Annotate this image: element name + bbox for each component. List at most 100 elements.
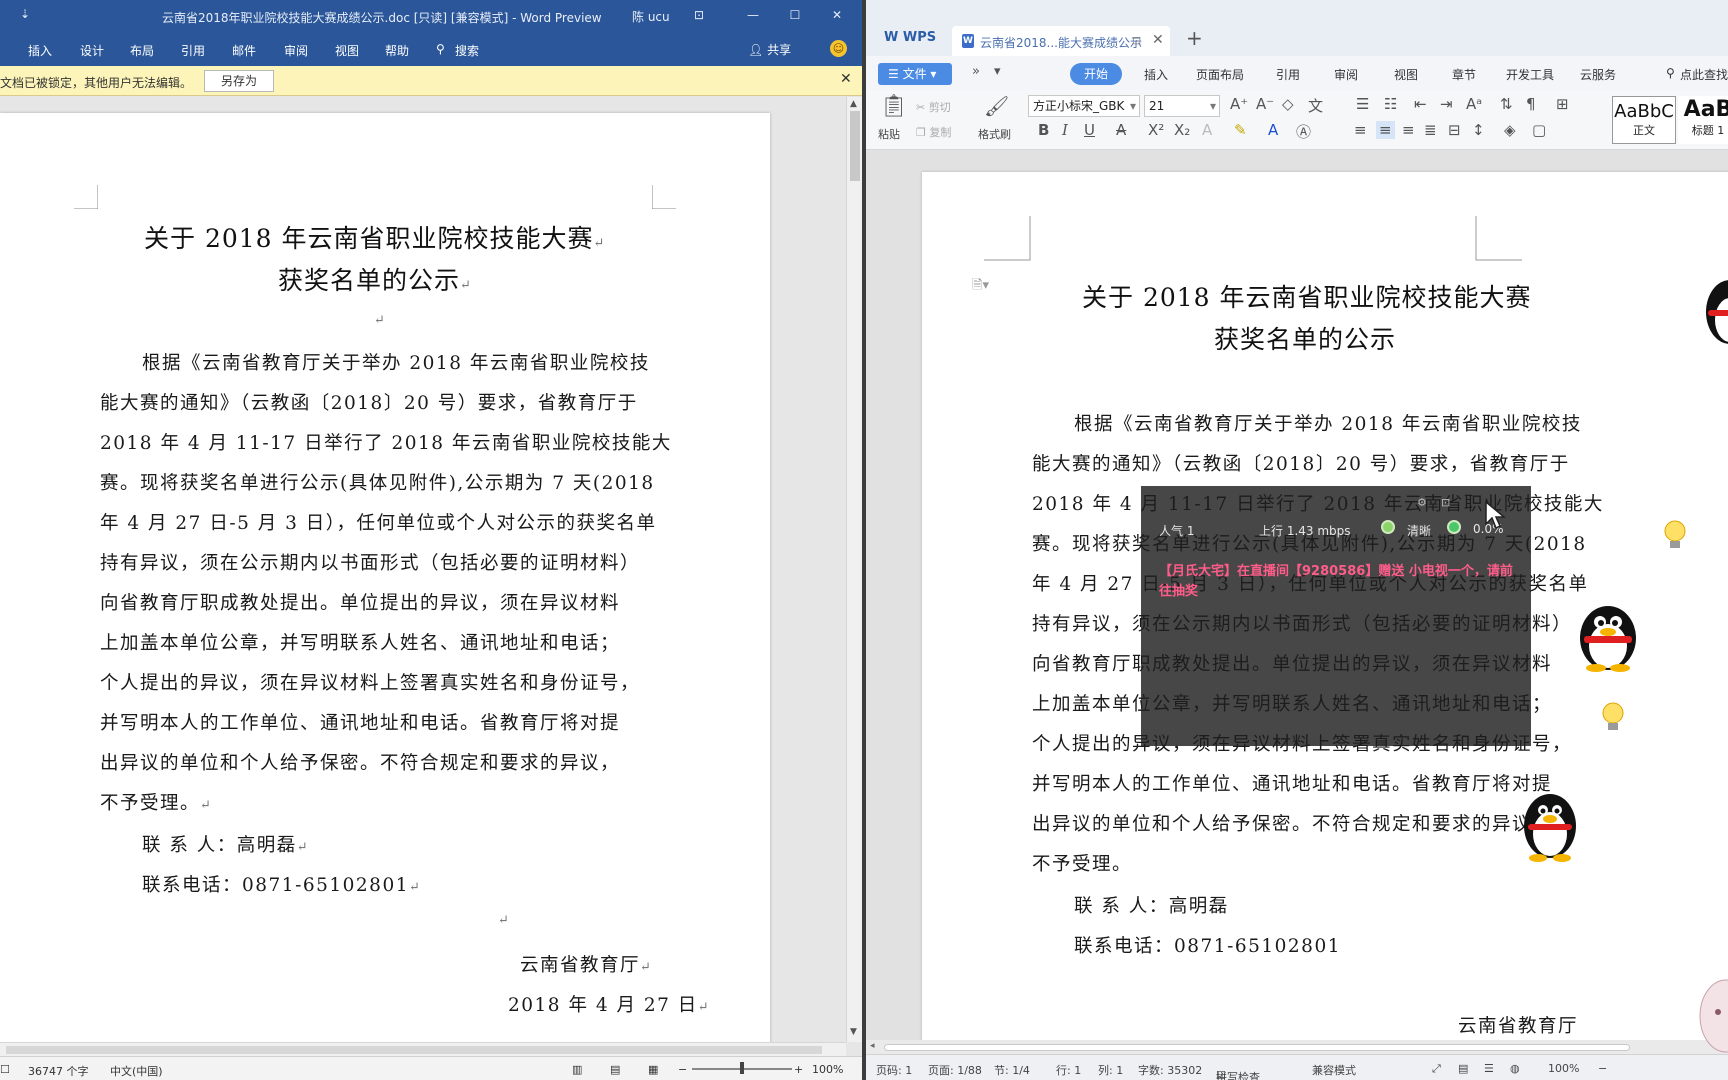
row[interactable]: 行: 1 [1056, 1062, 1081, 1078]
page-view-icon[interactable]: ▤ [1458, 1062, 1468, 1075]
bullet-list-icon[interactable]: ☰ [1356, 95, 1369, 113]
pin-icon[interactable]: ⊡ [1132, 34, 1141, 47]
font-name-select[interactable]: 方正小标宋_GBK ▾ [1028, 95, 1140, 117]
scroll-up-icon[interactable]: ▲ [850, 99, 857, 109]
zoom-in-icon[interactable]: + [794, 1063, 803, 1076]
tab-search[interactable]: 搜索 [455, 42, 479, 59]
table-icon[interactable]: ⊞ [1556, 95, 1569, 113]
live-stream-overlay[interactable]: ⚙ ⊡ 人气 1 上行 1.43 mbps 清晰 0.0% 【月氏大宅】在直播间… [1141, 486, 1531, 746]
word-vertical-scrollbar[interactable]: ▲ ▼ [846, 97, 862, 1042]
file-menu-button[interactable]: ☰ 文件 ▾ [878, 63, 952, 85]
word-user-name[interactable]: 陈 ucu [632, 8, 670, 25]
superscript-icon[interactable]: X² [1148, 121, 1164, 139]
underline-icon[interactable]: U [1084, 121, 1095, 139]
wps-document-tab[interactable]: W 云南省2018...能大赛成绩公示 ⊡ ✕ [952, 26, 1170, 56]
tab-mailings[interactable]: 邮件 [232, 42, 256, 59]
tab-view[interactable]: 视图 [335, 42, 359, 59]
read-mode-icon[interactable]: ▥ [572, 1063, 582, 1076]
close-tab-icon[interactable]: ✕ [1152, 32, 1164, 48]
dropdown-chevron-icon[interactable]: ▾ [994, 64, 1001, 79]
wps-word-count[interactable]: 字数: 35302 [1138, 1062, 1202, 1078]
change-case-icon[interactable]: Aᵃ [1466, 95, 1482, 113]
line-spacing-icon[interactable]: ↕ [1472, 121, 1485, 139]
paste-icon[interactable]: 📋︎ [880, 94, 908, 119]
cut-button[interactable]: ✂ 剪切 [916, 99, 951, 115]
style-normal[interactable]: AaBbC 正文 [1612, 96, 1676, 144]
zoom-slider-knob[interactable] [740, 1062, 744, 1074]
overlay-settings-icon[interactable]: ⚙ [1417, 496, 1427, 509]
wps-zoom-level[interactable]: 100% [1548, 1062, 1579, 1075]
web-layout-icon[interactable]: ▦ [648, 1063, 658, 1076]
menu-chapter[interactable]: 章节 [1452, 66, 1476, 83]
grow-font-icon[interactable]: A⁺ [1230, 95, 1248, 113]
subscript-icon[interactable]: X₂ [1174, 121, 1190, 139]
wps-logo[interactable]: W WPS [884, 30, 936, 45]
sort-icon[interactable]: ⇅ [1500, 95, 1513, 113]
format-painter-icon[interactable]: 🖌︎ [984, 94, 1009, 118]
word-count[interactable]: 36747 个字 [28, 1063, 89, 1079]
font-size-select[interactable]: 21 ▾ [1144, 95, 1220, 117]
fullscreen-icon[interactable]: ⤢ [1432, 1062, 1441, 1076]
border-icon[interactable]: ▢ [1532, 121, 1546, 139]
increase-indent-icon[interactable]: ⇥ [1440, 95, 1453, 113]
hscroll-track[interactable] [6, 1046, 822, 1054]
save-as-button[interactable]: 另存为 [204, 70, 274, 92]
outline-view-icon[interactable]: ☰ [1484, 1062, 1494, 1075]
show-marks-icon[interactable]: ¶ [1526, 95, 1536, 113]
menu-review[interactable]: 审阅 [1334, 66, 1358, 83]
overlay-screen-icon[interactable]: ⊡ [1441, 496, 1450, 509]
print-layout-icon[interactable]: ▤ [610, 1063, 620, 1076]
strikethrough-icon[interactable]: A [1116, 121, 1126, 139]
more-chevron-icon[interactable]: » [972, 64, 980, 79]
shading-icon[interactable]: ◈ [1504, 121, 1516, 139]
column[interactable]: 列: 1 [1098, 1062, 1123, 1078]
shrink-font-icon[interactable]: A⁻ [1256, 95, 1274, 113]
style-heading-1[interactable]: AaB 标题 1 [1678, 96, 1728, 144]
clear-format-icon[interactable]: ◇ [1282, 95, 1294, 113]
infobar-close-icon[interactable]: ✕ [840, 71, 852, 87]
menu-references[interactable]: 引用 [1276, 66, 1300, 83]
scroll-down-icon[interactable]: ▼ [850, 1027, 857, 1037]
tab-review[interactable]: 审阅 [284, 42, 308, 59]
text-effect-icon[interactable]: A [1202, 121, 1212, 139]
new-tab-icon[interactable]: + [1186, 26, 1203, 50]
char-shading-icon[interactable]: Ⓐ [1296, 121, 1311, 142]
numbered-list-icon[interactable]: ☷ [1384, 95, 1397, 113]
highlight-icon[interactable]: ✎ [1234, 121, 1247, 139]
wps-hscroll-track[interactable] [884, 1044, 1630, 1051]
search-label[interactable]: 点此查找 [1680, 66, 1728, 83]
zoom-out-icon[interactable]: − [1598, 1062, 1607, 1075]
smiley-feedback-icon[interactable]: ☺ [830, 40, 847, 57]
word-document-canvas[interactable]: 关于 2018 年云南省职业院校技能大赛↵ 获奖名单的公示↵ ↵ 根据《云南省教… [0, 97, 846, 1042]
tab-layout[interactable]: 布局 [130, 42, 154, 59]
align-right-icon[interactable]: ≡ [1402, 121, 1415, 139]
decrease-indent-icon[interactable]: ⇤ [1414, 95, 1427, 113]
distributed-icon[interactable]: ⊟ [1448, 121, 1461, 139]
menu-page-layout[interactable]: 页面布局 [1196, 66, 1244, 83]
align-left-icon[interactable]: ≡ [1354, 121, 1367, 139]
tab-insert[interactable]: 插入 [28, 42, 52, 59]
word-horizontal-scrollbar[interactable] [0, 1042, 846, 1056]
copy-button[interactable]: ❐ 复制 [916, 124, 951, 140]
page-indicator-icon[interactable]: ☐ [0, 1063, 10, 1076]
close-window-icon[interactable]: ✕ [828, 6, 846, 24]
phonetic-icon[interactable]: 文 [1308, 95, 1323, 116]
scroll-thumb[interactable] [850, 111, 860, 181]
quick-access-icon[interactable]: ⇣ [20, 7, 30, 21]
format-painter-label[interactable]: 格式刷 [978, 126, 1011, 142]
minimize-icon[interactable]: — [744, 6, 762, 24]
menu-home[interactable]: 开始 [1070, 63, 1122, 85]
share-button[interactable]: 👤︎ 共享 [748, 41, 791, 58]
italic-icon[interactable]: I [1062, 121, 1068, 139]
paste-label[interactable]: 粘贴 [878, 126, 900, 142]
wps-horizontal-scrollbar[interactable]: ◂ [866, 1040, 1728, 1054]
tab-design[interactable]: 设计 [80, 42, 104, 59]
section[interactable]: 节: 1/4 [994, 1062, 1030, 1078]
zoom-out-icon[interactable]: − [678, 1063, 687, 1076]
tab-references[interactable]: 引用 [181, 42, 205, 59]
compat-mode[interactable]: 兼容模式 [1312, 1062, 1356, 1078]
search-icon[interactable]: ⚲ [1666, 66, 1675, 80]
justify-icon[interactable]: ≣ [1424, 121, 1437, 139]
page-number[interactable]: 页码: 1 [876, 1062, 912, 1078]
page-count[interactable]: 页面: 1/88 [928, 1062, 982, 1078]
